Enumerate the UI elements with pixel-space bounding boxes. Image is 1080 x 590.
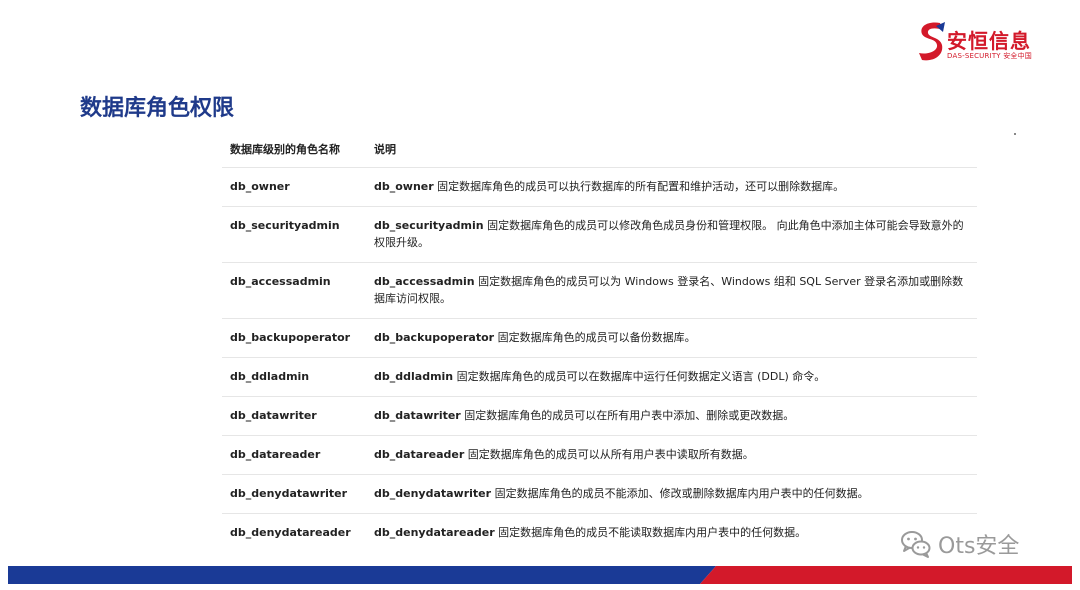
table-row: db_datareader db_datareader 固定数据库角色的成员可以… (222, 435, 977, 475)
table-row: db_accessadmin db_accessadmin 固定数据库角色的成员… (222, 262, 977, 319)
role-name-cell: db_accessadmin (222, 262, 366, 319)
table-row: db_denydatawriter db_denydatawriter 固定数据… (222, 474, 977, 514)
s-logo-icon (919, 22, 945, 61)
wechat-icon (901, 531, 931, 558)
table-header-row: 数据库级别的角色名称 说明 (222, 131, 977, 168)
role-name-cell: db_datareader (222, 435, 366, 475)
description-role-name: db_securityadmin (374, 219, 484, 232)
company-logo: 安恒信息 DAS-SECURITY 安全中国 (916, 20, 1032, 64)
page-title: 数据库角色权限 (80, 96, 235, 121)
column-header-description: 说明 (366, 131, 977, 168)
description-text: 固定数据库角色的成员不能读取数据库内用户表中的任何数据。 (494, 526, 807, 539)
description-role-name: db_ddladmin (374, 370, 454, 383)
description-role-name: db_accessadmin (374, 275, 475, 288)
role-name-cell: db_securityadmin (222, 206, 366, 263)
brand-subtitle: DAS-SECURITY 安全中国 (947, 52, 1033, 60)
database-roles-table: 数据库级别的角色名称 说明 db_owner db_owner 固定数据库角色的… (222, 131, 977, 552)
description-role-name: db_owner (374, 180, 434, 193)
description-role-name: db_denydatawriter (374, 487, 492, 500)
table-row: db_datawriter db_datawriter 固定数据库角色的成员可以… (222, 396, 977, 436)
description-text: 固定数据库角色的成员可以在数据库中运行任何数据定义语言 (DDL) 命令。 (453, 370, 826, 383)
role-description-cell: db_securityadmin 固定数据库角色的成员可以修改角色成员身份和管理… (366, 206, 977, 263)
role-description-cell: db_datawriter 固定数据库角色的成员可以在所有用户表中添加、删除或更… (366, 396, 977, 436)
description-text: 固定数据库角色的成员可以从所有用户表中读取所有数据。 (464, 448, 754, 461)
table-row: db_backupoperator db_backupoperator 固定数据… (222, 318, 977, 358)
watermark: Ots安全 (900, 527, 1019, 561)
role-description-cell: db_ddladmin 固定数据库角色的成员可以在数据库中运行任何数据定义语言 … (366, 357, 977, 397)
table-row: db_denydatareader db_denydatareader 固定数据… (222, 514, 977, 553)
table-row: db_securityadmin db_securityadmin 固定数据库角… (222, 206, 977, 263)
table-row: db_ddladmin db_ddladmin 固定数据库角色的成员可以在数据库… (222, 357, 977, 397)
footer-color-bar (8, 566, 1072, 584)
role-name-cell: db_owner (222, 167, 366, 207)
description-text: 固定数据库角色的成员可以备份数据库。 (494, 331, 696, 344)
description-role-name: db_datawriter (374, 409, 461, 422)
role-name-cell: db_ddladmin (222, 357, 366, 397)
role-description-cell: db_datareader 固定数据库角色的成员可以从所有用户表中读取所有数据。 (366, 435, 977, 475)
role-name-cell: db_datawriter (222, 396, 366, 436)
role-description-cell: db_backupoperator 固定数据库角色的成员可以备份数据库。 (366, 318, 977, 358)
role-name-cell: db_backupoperator (222, 318, 366, 358)
table-row: db_owner db_owner 固定数据库角色的成员可以执行数据库的所有配置… (222, 167, 977, 207)
description-role-name: db_denydatareader (374, 526, 495, 539)
role-name-cell: db_denydatareader (230, 526, 351, 539)
role-description-cell: db_denydatareader 固定数据库角色的成员不能读取数据库内用户表中… (366, 514, 977, 553)
role-description-cell: db_owner 固定数据库角色的成员可以执行数据库的所有配置和维护活动，还可以… (366, 167, 977, 207)
description-text: 固定数据库角色的成员不能添加、修改或删除数据库内用户表中的任何数据。 (491, 487, 869, 500)
role-description-cell: db_denydatawriter 固定数据库角色的成员不能添加、修改或删除数据… (366, 474, 977, 514)
description-text: 固定数据库角色的成员可以在所有用户表中添加、删除或更改数据。 (460, 409, 795, 422)
role-description-cell: db_accessadmin 固定数据库角色的成员可以为 Windows 登录名… (366, 262, 977, 319)
decorative-dot (1014, 133, 1016, 135)
column-header-role-name: 数据库级别的角色名称 (222, 131, 366, 168)
watermark-text: Ots安全 (938, 534, 1020, 559)
description-role-name: db_backupoperator (374, 331, 495, 344)
role-name-cell: db_denydatawriter (222, 474, 366, 514)
description-role-name: db_datareader (374, 448, 465, 461)
brand-name: 安恒信息 (947, 29, 1031, 53)
description-text: 固定数据库角色的成员可以执行数据库的所有配置和维护活动，还可以删除数据库。 (433, 180, 845, 193)
